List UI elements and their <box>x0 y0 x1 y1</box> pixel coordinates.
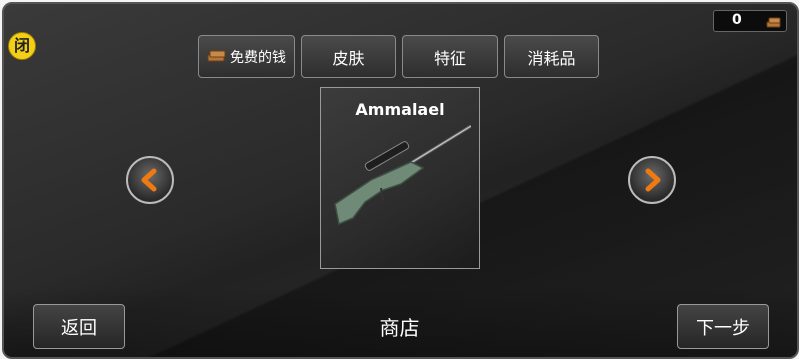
tab-free-money[interactable]: 免费的钱 <box>198 35 295 78</box>
tab-label: 消耗品 <box>527 48 576 68</box>
currency-amount: 0 <box>732 12 742 28</box>
sniper-rifle-icon <box>334 124 471 226</box>
tab-skins[interactable]: 皮肤 <box>301 35 396 78</box>
next-item-button[interactable] <box>628 156 676 204</box>
tab-label: 皮肤 <box>332 48 365 68</box>
prev-item-button[interactable] <box>126 156 174 204</box>
item-name: Ammalael <box>355 100 445 119</box>
item-card[interactable]: Ammalael <box>320 87 480 269</box>
chevron-left-icon <box>141 168 157 192</box>
tab-label: 免费的钱 <box>230 49 286 66</box>
tab-traits[interactable]: 特征 <box>402 35 498 78</box>
tab-consumables[interactable]: 消耗品 <box>504 35 599 78</box>
chevron-right-icon <box>645 168 661 192</box>
coin-stack-icon <box>207 47 227 67</box>
shop-tabs: 免费的钱 皮肤 特征 消耗品 <box>198 35 599 78</box>
next-step-button[interactable]: 下一步 <box>677 304 769 349</box>
tab-label: 特征 <box>433 48 466 68</box>
currency-display: 0 <box>713 10 787 32</box>
close-button[interactable]: 闭 <box>8 32 36 60</box>
coin-stack-icon <box>766 14 782 33</box>
